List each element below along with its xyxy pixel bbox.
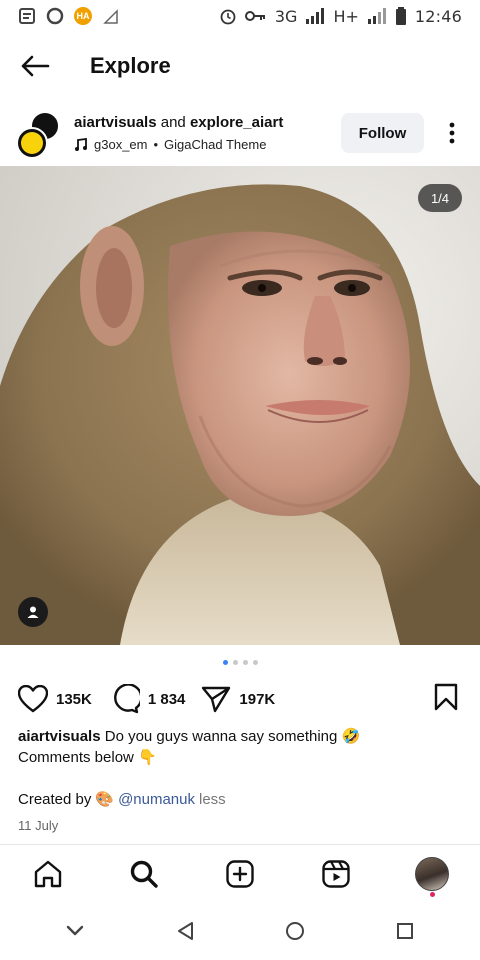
comment-button[interactable]: 1 834: [110, 684, 186, 714]
system-recents-button[interactable]: [385, 911, 425, 951]
carousel-dot: [252, 660, 258, 665]
comment-icon: [113, 684, 140, 714]
notification-dot: [430, 891, 435, 897]
like-button[interactable]: 135K: [18, 685, 92, 713]
send-icon: [202, 686, 231, 713]
nav-home[interactable]: [18, 845, 78, 903]
audio-separator: •: [153, 137, 159, 152]
follow-button[interactable]: Follow: [341, 113, 424, 153]
notes-icon: [19, 8, 35, 24]
share-count: 197K: [239, 690, 276, 708]
clock: 12:46: [414, 6, 462, 26]
network-type: 3G: [274, 6, 298, 26]
back-button[interactable]: [0, 40, 70, 92]
nav-create[interactable]: [210, 845, 270, 903]
more-options-button[interactable]: [436, 113, 468, 153]
save-button[interactable]: [434, 683, 458, 716]
post-authors: aiartvisuals and explore_aiart: [74, 114, 283, 131]
status-left-icons: HA: [18, 7, 120, 25]
bookmark-icon: [434, 683, 458, 710]
status-bar: HA 3G H+ 12:46: [0, 0, 480, 32]
less-toggle[interactable]: less: [199, 791, 226, 808]
system-navigation: [0, 902, 480, 960]
avatar: [415, 856, 449, 891]
post-media[interactable]: 1/4: [0, 166, 480, 645]
nav-reels[interactable]: [306, 845, 366, 903]
share-button[interactable]: 197K: [201, 685, 275, 713]
app-badge: HA: [74, 7, 92, 25]
more-vertical-icon: [449, 122, 455, 144]
caption-username-link[interactable]: aiartvisuals: [18, 728, 101, 745]
alarm-icon: [220, 9, 236, 25]
post-date: 11 July: [18, 818, 59, 833]
reels-icon: [322, 859, 350, 888]
tagged-users-button[interactable]: [18, 597, 48, 627]
mention-link[interactable]: @numanuk: [118, 791, 195, 808]
search-icon: [130, 860, 158, 888]
comment-count: 1 834: [147, 690, 186, 708]
author-join: and: [156, 114, 190, 131]
avatar: [16, 127, 48, 159]
palette-icon: 🎨: [95, 791, 115, 808]
credit-line: Created by 🎨 @numanuk less: [18, 790, 226, 809]
author-secondary-link[interactable]: explore_aiart: [190, 114, 283, 131]
post-header: aiartvisuals and explore_aiart g3ox_em •…: [0, 104, 480, 162]
audio-user: g3ox_em: [94, 137, 148, 152]
network-type-2: H+: [333, 6, 359, 26]
battery-icon: [395, 7, 406, 25]
heart-icon: [18, 685, 48, 713]
triangle-back-icon: [178, 922, 193, 940]
page-title: Explore: [90, 53, 171, 78]
collab-avatars[interactable]: [14, 107, 76, 159]
circle-home-icon: [286, 922, 304, 940]
home-icon: [34, 860, 62, 887]
music-note-icon: [75, 137, 87, 151]
caption-line-1: aiartvisuals Do you guys wanna say somet…: [18, 726, 458, 747]
carousel-indicator: [0, 660, 480, 665]
caption-line-2: Comments below 👇: [18, 749, 157, 766]
user-icon: [27, 606, 39, 618]
post-meta: aiartvisuals and explore_aiart g3ox_em •…: [74, 114, 283, 152]
credit-prefix: Created by: [18, 790, 92, 808]
square-recents-icon: [397, 923, 413, 939]
bottom-navigation: [0, 844, 480, 902]
status-right: 3G H+ 12:46: [219, 7, 462, 26]
key-icon: [244, 11, 265, 21]
system-back-button[interactable]: [165, 911, 205, 951]
post-image: [0, 166, 480, 645]
caption-text: Do you guys wanna say something 🤣: [100, 728, 361, 745]
chevron-down-icon: [66, 925, 84, 936]
nav-profile[interactable]: [402, 845, 462, 903]
carousel-dot-active: [222, 660, 228, 665]
nav-search[interactable]: [114, 845, 174, 903]
add-post-icon: [226, 859, 254, 888]
carousel-dot: [242, 660, 248, 665]
signal-icon: [103, 9, 118, 24]
post-actions: 135K 1 834 197K: [0, 680, 480, 718]
media-counter: 1/4: [418, 184, 462, 212]
signal-bars-2-icon: [367, 8, 386, 24]
audio-link[interactable]: g3ox_em • GigaChad Theme: [74, 137, 283, 152]
author-primary-link[interactable]: aiartvisuals: [74, 114, 157, 131]
chat-icon: [46, 7, 64, 25]
avatar-logo: [21, 132, 43, 154]
carousel-dot: [232, 660, 238, 665]
system-hide-keyboard-button[interactable]: [55, 911, 95, 951]
audio-track: GigaChad Theme: [164, 137, 267, 152]
system-home-button[interactable]: [275, 911, 315, 951]
app-header: Explore: [0, 40, 480, 92]
signal-bars-icon: [306, 8, 325, 24]
arrow-left-icon: [21, 55, 50, 77]
post-caption: aiartvisuals Do you guys wanna say somet…: [18, 726, 458, 768]
like-count: 135K: [56, 690, 92, 708]
